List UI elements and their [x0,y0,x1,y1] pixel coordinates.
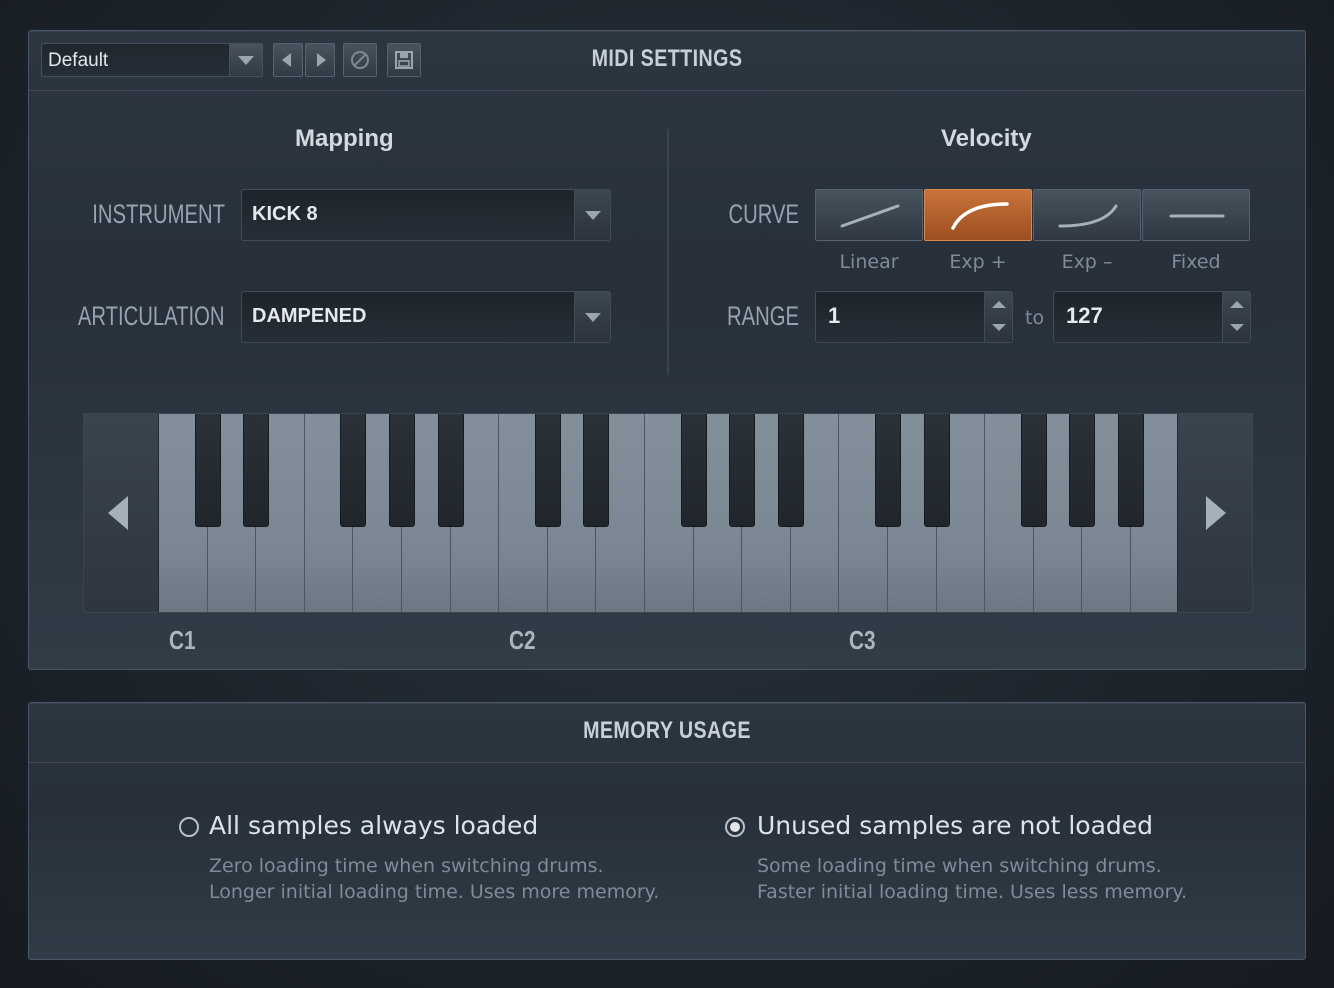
articulation-value: DAMPENED [252,305,367,327]
option-description-line2: Longer initial loading time. Uses more m… [209,881,660,903]
option-all-samples[interactable]: All samples always loaded Zero loading t… [179,811,679,911]
range-to-label: to [1025,307,1045,329]
articulation-label: ARTICULATION [78,301,225,331]
curve-fixed-button[interactable] [1142,189,1250,241]
option-unused-samples[interactable]: Unused samples are not loaded Some loadi… [725,811,1245,911]
black-key[interactable] [777,414,804,527]
black-key[interactable] [243,414,270,527]
piano-keyboard [83,413,1253,613]
chevron-down-icon[interactable] [574,190,610,240]
range-max-stepper[interactable] [1222,292,1250,342]
articulation-dropdown[interactable]: DAMPENED [241,291,611,343]
instrument-value: KICK 8 [252,203,318,225]
memory-usage-header: MEMORY USAGE [29,703,1305,763]
range-min-stepper[interactable] [984,292,1012,342]
curve-selector [815,189,1251,241]
preset-value: Default [48,50,109,71]
range-min-input[interactable]: 1 [815,291,1013,343]
curve-exp-plus-button[interactable] [924,189,1032,241]
memory-usage-title: MEMORY USAGE [583,717,751,744]
curve-label-fixed: Fixed [1171,251,1221,273]
black-key[interactable] [1118,414,1144,527]
section-divider [667,129,669,375]
radio-all-samples[interactable] [179,817,199,837]
radio-unused-samples[interactable] [725,817,745,837]
curve-label: CURVE [728,199,799,229]
curve-label-exp-minus: Exp – [1061,251,1113,273]
curve-label-exp-plus: Exp + [949,251,1007,273]
black-key[interactable] [583,414,610,527]
black-key[interactable] [340,414,367,527]
black-key[interactable] [1069,414,1096,527]
mapping-heading: Mapping [295,125,394,152]
instrument-dropdown[interactable]: KICK 8 [241,189,611,241]
exp-minus-curve-icon [1058,204,1118,228]
midi-settings-panel: Default MIDI SETTINGS Mapping INSTRUMENT… [28,30,1306,670]
range-max-value: 127 [1066,303,1103,328]
black-key[interactable] [437,414,464,527]
curve-exp-minus-button[interactable] [1033,189,1141,241]
option-description-line1: Zero loading time when switching drums. [209,855,604,877]
linear-curve-icon [840,204,900,228]
panel-title: MIDI SETTINGS [591,45,743,72]
black-key[interactable] [680,414,707,527]
keyboard-scroll-left-button[interactable] [84,414,159,612]
black-key[interactable] [534,414,561,527]
instrument-label: INSTRUMENT [92,199,225,229]
option-title: All samples always loaded [209,811,539,840]
curve-label-linear: Linear [839,251,899,273]
black-key[interactable] [1020,414,1047,527]
velocity-heading: Velocity [941,125,1032,152]
black-key[interactable] [389,414,415,527]
black-key[interactable] [729,414,756,527]
octave-label-c1: C1 [169,625,196,655]
curve-linear-button[interactable] [815,189,923,241]
memory-usage-panel: MEMORY USAGE All samples always loaded Z… [28,702,1306,960]
option-title: Unused samples are not loaded [757,811,1154,840]
black-key[interactable] [923,414,950,527]
range-label: RANGE [726,301,799,331]
midi-settings-header: Default MIDI SETTINGS [29,31,1305,91]
option-description-line2: Faster initial loading time. Uses less m… [757,881,1187,903]
fixed-curve-icon [1169,214,1225,218]
exp-plus-curve-icon [951,202,1009,230]
option-description-line1: Some loading time when switching drums. [757,855,1162,877]
chevron-down-icon[interactable] [574,292,610,342]
range-max-input[interactable]: 127 [1053,291,1251,343]
black-key[interactable] [194,414,221,527]
range-min-value: 1 [828,303,841,328]
octave-label-c2: C2 [509,625,536,655]
black-key[interactable] [875,414,901,527]
keyboard-scroll-right-button[interactable] [1177,414,1252,612]
octave-label-c3: C3 [849,625,876,655]
